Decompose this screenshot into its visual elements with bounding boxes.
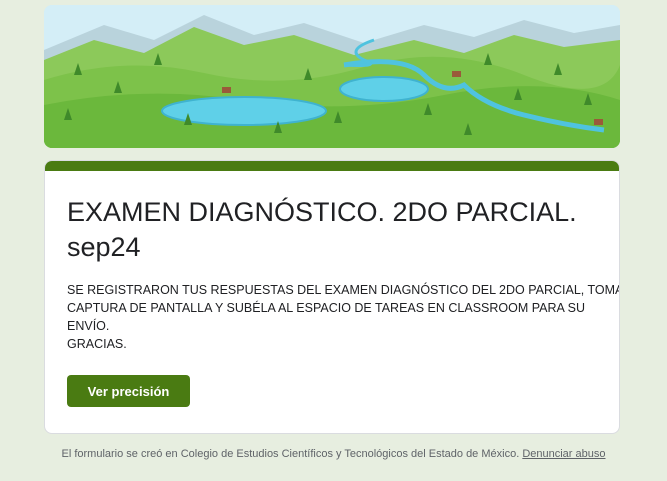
form-description: SE REGISTRARON TUS RESPUESTAS DEL EXAMEN… bbox=[67, 281, 620, 353]
footer-text: El formulario se creó en Colegio de Estu… bbox=[61, 448, 523, 460]
description-line: SE REGISTRARON TUS RESPUESTAS DEL EXAMEN… bbox=[67, 283, 620, 297]
description-line: CAPTURA DE PANTALLA Y SUBÉLA AL ESPACIO … bbox=[67, 301, 586, 315]
card-accent-bar bbox=[45, 161, 619, 171]
description-line: ENVÍO. bbox=[67, 319, 110, 333]
landscape-illustration bbox=[44, 5, 620, 148]
header-banner-image bbox=[44, 5, 620, 148]
description-line: GRACIAS. bbox=[67, 337, 127, 351]
report-abuse-link[interactable]: Denunciar abuso bbox=[522, 448, 605, 460]
footer: El formulario se creó en Colegio de Estu… bbox=[0, 448, 667, 460]
form-title: EXAMEN DIAGNÓSTICO. 2DO PARCIAL. sep24 bbox=[67, 197, 577, 262]
view-score-button[interactable]: Ver precisión bbox=[67, 375, 190, 407]
form-header-card: EXAMEN DIAGNÓSTICO. 2DO PARCIAL. sep24 S… bbox=[44, 160, 620, 434]
